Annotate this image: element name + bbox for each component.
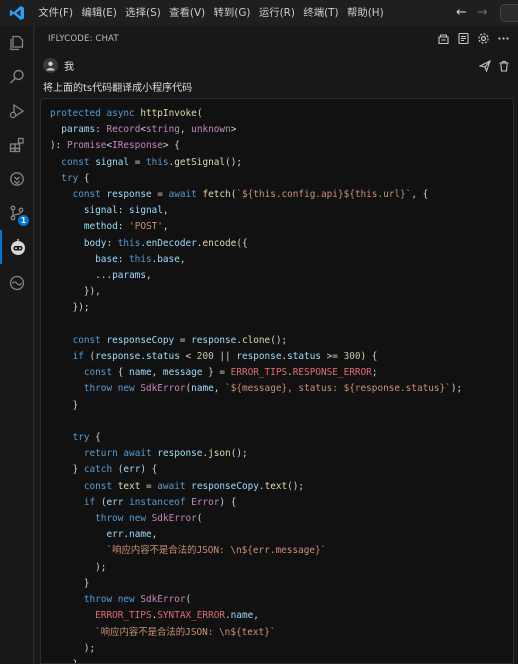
code-line: const { name, message } = ERROR_TIPS.RES… <box>83 367 378 379</box>
code-line: `响应内容不是合法的JSON: \n${text}` <box>95 626 276 638</box>
code-line: ...params, <box>50 270 152 282</box>
code-line: throw new SdkError( <box>95 513 203 525</box>
code-line: `响应内容不是合法的JSON: \n${err.message}` <box>106 545 327 557</box>
code-line: if (response.status < 200 || response.st… <box>72 351 378 363</box>
code-line: const responseCopy = response.clone(); <box>72 334 288 346</box>
more-icon[interactable] <box>496 31 510 45</box>
code-line: ); <box>50 561 107 573</box>
user-avatar-icon <box>43 57 58 73</box>
code-line: method: 'POST', <box>83 221 169 233</box>
code-line: } catch (err) { <box>50 464 158 476</box>
history-icon[interactable] <box>456 31 470 45</box>
code-line: ): Promise<IResponse> { <box>50 140 180 152</box>
run-debug-icon[interactable] <box>0 94 34 128</box>
menu-terminal[interactable]: 终端(T) <box>299 3 343 23</box>
panel-title: IFLYCODE: CHAT <box>48 34 119 44</box>
code-line: }); <box>50 302 90 314</box>
iflycode-chat-panel: IFLYCODE: CHAT 我 将上面的ts代码翻译成小程序代码 protec… <box>35 26 518 664</box>
code-line: ERROR_TIPS.SYNTAX_ERROR.name, <box>95 610 259 622</box>
code-line: throw new SdkError( <box>83 594 192 606</box>
source-control-icon[interactable]: 1 <box>0 196 34 230</box>
explorer-icon[interactable] <box>0 26 34 60</box>
code-line: throw new SdkError(name, `${message}, st… <box>83 383 463 395</box>
user-message-text: 将上面的ts代码翻译成小程序代码 <box>43 83 193 94</box>
code-line: } <box>50 659 79 663</box>
search-icon[interactable] <box>0 60 34 94</box>
code-line: }), <box>50 286 101 298</box>
code-line: const response = await fetch(`${this.con… <box>72 189 429 201</box>
menu-help[interactable]: 帮助(H) <box>343 3 388 23</box>
extensions-icon[interactable] <box>0 128 34 162</box>
back-arrow-icon[interactable]: ← <box>456 5 467 20</box>
code-line: err.name, <box>106 529 158 541</box>
code-block: protected async httpInvoke( params: Reco… <box>40 98 514 664</box>
user-name: 我 <box>64 61 74 73</box>
message-header: 我 <box>35 54 518 76</box>
clear-icon[interactable] <box>436 31 450 45</box>
panel-header: IFLYCODE: CHAT <box>35 26 518 52</box>
iflycode-icon[interactable] <box>0 230 34 264</box>
source-control-badge: 1 <box>18 215 29 226</box>
activity-bar: 1 <box>0 26 34 664</box>
menu-selection[interactable]: 选择(S) <box>121 3 165 23</box>
menu-view[interactable]: 查看(V) <box>165 3 209 23</box>
code-line: protected async httpInvoke( <box>50 108 203 119</box>
menu-edit[interactable]: 编辑(E) <box>77 3 121 23</box>
command-center[interactable] <box>500 4 518 22</box>
code-line: try { <box>72 432 101 444</box>
vscode-logo-icon <box>0 0 34 26</box>
menu-go[interactable]: 转到(G) <box>209 3 254 23</box>
code-line: ); <box>50 642 96 654</box>
code-line: base: this.base, <box>95 253 186 265</box>
code-line: if (err instanceof Error) { <box>83 496 237 508</box>
code-line: signal: signal, <box>83 205 169 217</box>
code-line: return await response.json(); <box>83 448 248 460</box>
code-line: params: Record<string, unknown> <box>61 124 237 136</box>
menu-bar: 文件(F) 编辑(E) 选择(S) 查看(V) 转到(G) 运行(R) 终端(T… <box>34 0 388 26</box>
code-line: try { <box>61 172 90 184</box>
remote-icon[interactable] <box>0 162 34 196</box>
delete-icon[interactable] <box>498 57 510 76</box>
menu-run[interactable]: 运行(R) <box>255 3 299 23</box>
code-content: protected async httpInvoke( params: Reco… <box>50 106 463 663</box>
code-line: const signal = this.getSignal(); <box>61 156 242 168</box>
title-bar: 文件(F) 编辑(E) 选择(S) 查看(V) 转到(G) 运行(R) 终端(T… <box>0 0 518 26</box>
code-line: } <box>50 577 90 589</box>
send-icon[interactable] <box>478 57 491 76</box>
forward-arrow-icon[interactable]: → <box>477 5 488 20</box>
code-line: } <box>50 399 79 411</box>
code-line: body: this.enDecoder.encode({ <box>83 237 248 249</box>
menu-file[interactable]: 文件(F) <box>34 3 77 23</box>
settings-icon[interactable] <box>476 31 490 45</box>
timeline-icon[interactable] <box>0 266 34 300</box>
code-line: const text = await responseCopy.text(); <box>83 480 305 492</box>
